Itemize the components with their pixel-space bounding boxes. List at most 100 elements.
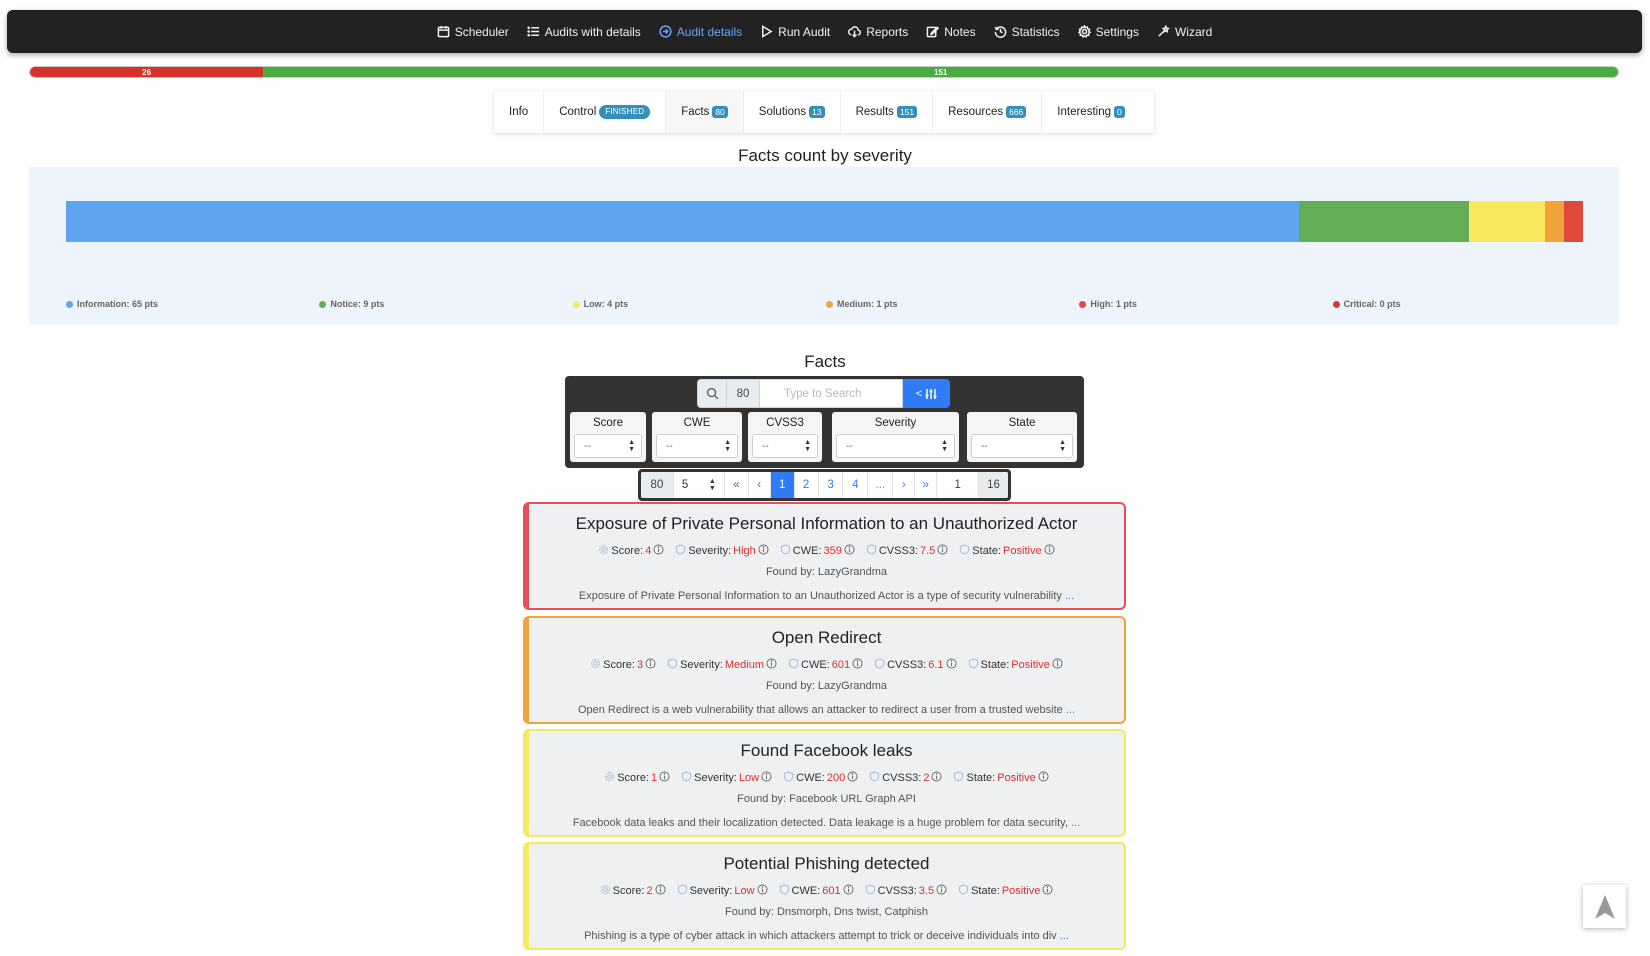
info-icon[interactable] [937, 544, 948, 558]
page-count: 16 [979, 472, 1008, 498]
search-input[interactable] [760, 379, 903, 408]
select-caret-icon: ▲ ▼ [804, 439, 811, 453]
info-icon[interactable] [645, 658, 656, 672]
select-caret-icon: ▲ ▼ [941, 439, 948, 453]
info-icon[interactable] [766, 658, 777, 672]
shield-icon [783, 771, 794, 785]
nav-notes[interactable]: Notes [926, 25, 976, 39]
select-caret-icon: ▲ ▼ [724, 439, 731, 453]
info-icon[interactable] [1044, 544, 1055, 558]
info-icon[interactable] [1052, 658, 1063, 672]
prev-page-button[interactable]: ‹ [749, 472, 771, 498]
meta-label: State: [972, 545, 1002, 557]
facts-filter-panel: 80 < Score -- ▲▼ CWE -- ▲▼ CVSS3 -- ▲▼ Seve… [565, 376, 1084, 468]
info-icon[interactable] [847, 771, 858, 785]
shield-icon [959, 544, 970, 558]
score-select[interactable]: -- ▲ ▼ [574, 434, 642, 458]
state-select[interactable]: -- ▲ ▼ [971, 434, 1073, 458]
progress-segment: 151 [263, 67, 1618, 77]
calendar-icon [437, 25, 450, 38]
read-more-link[interactable]: ... [1060, 930, 1069, 942]
cwe-select[interactable]: -- ▲ ▼ [656, 434, 738, 458]
meta-label: Score: [603, 659, 635, 671]
info-icon[interactable] [844, 544, 855, 558]
fact-description: Facebook data leaks and their localizati… [529, 817, 1124, 829]
total-count: 80 [641, 472, 674, 498]
nav-audit-details[interactable]: Audit details [659, 25, 742, 39]
tab-info[interactable]: Info [494, 91, 545, 133]
legend-item: Critical: 0 pts [1332, 299, 1401, 309]
fact-card[interactable]: Potential Phishing detected Score: 2 Severi… [523, 842, 1126, 950]
read-more-link[interactable]: ... [1066, 704, 1075, 716]
scroll-to-top-button[interactable] [1583, 885, 1626, 928]
page-button[interactable]: 4 [843, 472, 869, 498]
page-button[interactable]: 3 [819, 472, 844, 498]
last-page-button[interactable]: » [915, 472, 938, 498]
nav-wizard[interactable]: Wizard [1157, 25, 1212, 39]
tab-label: Solutions [758, 106, 807, 118]
fact-title[interactable]: Found Facebook leaks [529, 741, 1124, 761]
info-icon[interactable] [946, 658, 957, 672]
info-icon[interactable] [852, 658, 863, 672]
tab-badge: 151 [896, 105, 918, 119]
info-icon[interactable] [655, 884, 666, 898]
info-icon[interactable] [653, 544, 664, 558]
tab-facts[interactable]: Facts 80 [666, 91, 744, 133]
meta-label: CVSS3: [878, 545, 918, 557]
fact-card[interactable]: Open Redirect Score: 3 Severity: Medium CWE: 6… [523, 616, 1126, 724]
info-icon[interactable] [659, 771, 670, 785]
read-more-link[interactable]: ... [1071, 817, 1080, 829]
fact-description: Exposure of Private Personal Information… [529, 590, 1124, 602]
nav-statistics[interactable]: Statistics [994, 25, 1060, 39]
info-icon[interactable] [1042, 884, 1053, 898]
tab-badge: 0 [1113, 105, 1125, 119]
meta-value: Positive [997, 772, 1036, 784]
fact-score: Score: 3 [590, 658, 656, 672]
meta-value: 2 [923, 772, 930, 784]
gear-icon [1077, 25, 1091, 38]
info-icon[interactable] [761, 771, 772, 785]
fact-title[interactable]: Open Redirect [529, 628, 1124, 648]
fact-card[interactable]: Exposure of Private Personal Information… [523, 502, 1126, 610]
per-page-value: 5 [681, 479, 689, 491]
fact-title[interactable]: Exposure of Private Personal Information… [529, 514, 1124, 534]
info-icon[interactable] [758, 544, 769, 558]
tab-control[interactable]: Control FINISHED [544, 91, 667, 133]
fact-card[interactable]: Found Facebook leaks Score: 1 Severity: Low C… [523, 729, 1126, 837]
fact-score: Score: 4 [598, 544, 664, 558]
cloud-download-icon [848, 26, 862, 38]
nav-reports[interactable]: Reports [848, 25, 908, 39]
page-button[interactable]: 1 [770, 472, 795, 498]
nav-scheduler[interactable]: Scheduler [437, 25, 509, 39]
severity-select[interactable]: -- ▲ ▼ [836, 434, 955, 458]
page-jump-input[interactable]: 1 [937, 472, 980, 498]
nav-audits-with-details[interactable]: Audits with details [527, 25, 641, 39]
read-more-link[interactable]: ... [1065, 590, 1074, 602]
tab-solutions[interactable]: Solutions 13 [744, 91, 841, 133]
first-page-button[interactable]: « [725, 472, 749, 498]
meta-label: State: [980, 659, 1010, 671]
fact-title[interactable]: Potential Phishing detected [529, 854, 1124, 874]
toggle-filters-button[interactable]: < [903, 379, 950, 408]
info-icon[interactable] [843, 884, 854, 898]
cvss3-select[interactable]: -- ▲ ▼ [752, 434, 818, 458]
shield-icon [874, 658, 885, 672]
next-page-button[interactable]: › [893, 472, 916, 498]
info-icon[interactable] [757, 884, 768, 898]
select-caret-icon: ▲ ▼ [628, 439, 635, 453]
fact-found-by: Found by: Facebook URL Graph API [737, 793, 916, 805]
description-text: Exposure of Private Personal Information… [578, 590, 1062, 602]
nav-settings[interactable]: Settings [1077, 25, 1139, 39]
info-icon[interactable] [1038, 771, 1049, 785]
nav-label: Statistics [1011, 24, 1060, 39]
info-icon[interactable] [931, 771, 942, 785]
fact-score: Score: 2 [600, 884, 666, 898]
nav-run-audit[interactable]: Run Audit [760, 25, 830, 39]
page-button[interactable]: 2 [795, 472, 819, 498]
meta-value: 359 [823, 545, 842, 557]
info-icon[interactable] [936, 884, 947, 898]
tab-results[interactable]: Results 151 [841, 91, 934, 133]
tab-interesting[interactable]: Interesting 0 [1042, 91, 1139, 133]
tab-resources[interactable]: Resources 666 [933, 91, 1043, 133]
per-page-select[interactable]: 5 ▲ ▼ [674, 472, 725, 498]
